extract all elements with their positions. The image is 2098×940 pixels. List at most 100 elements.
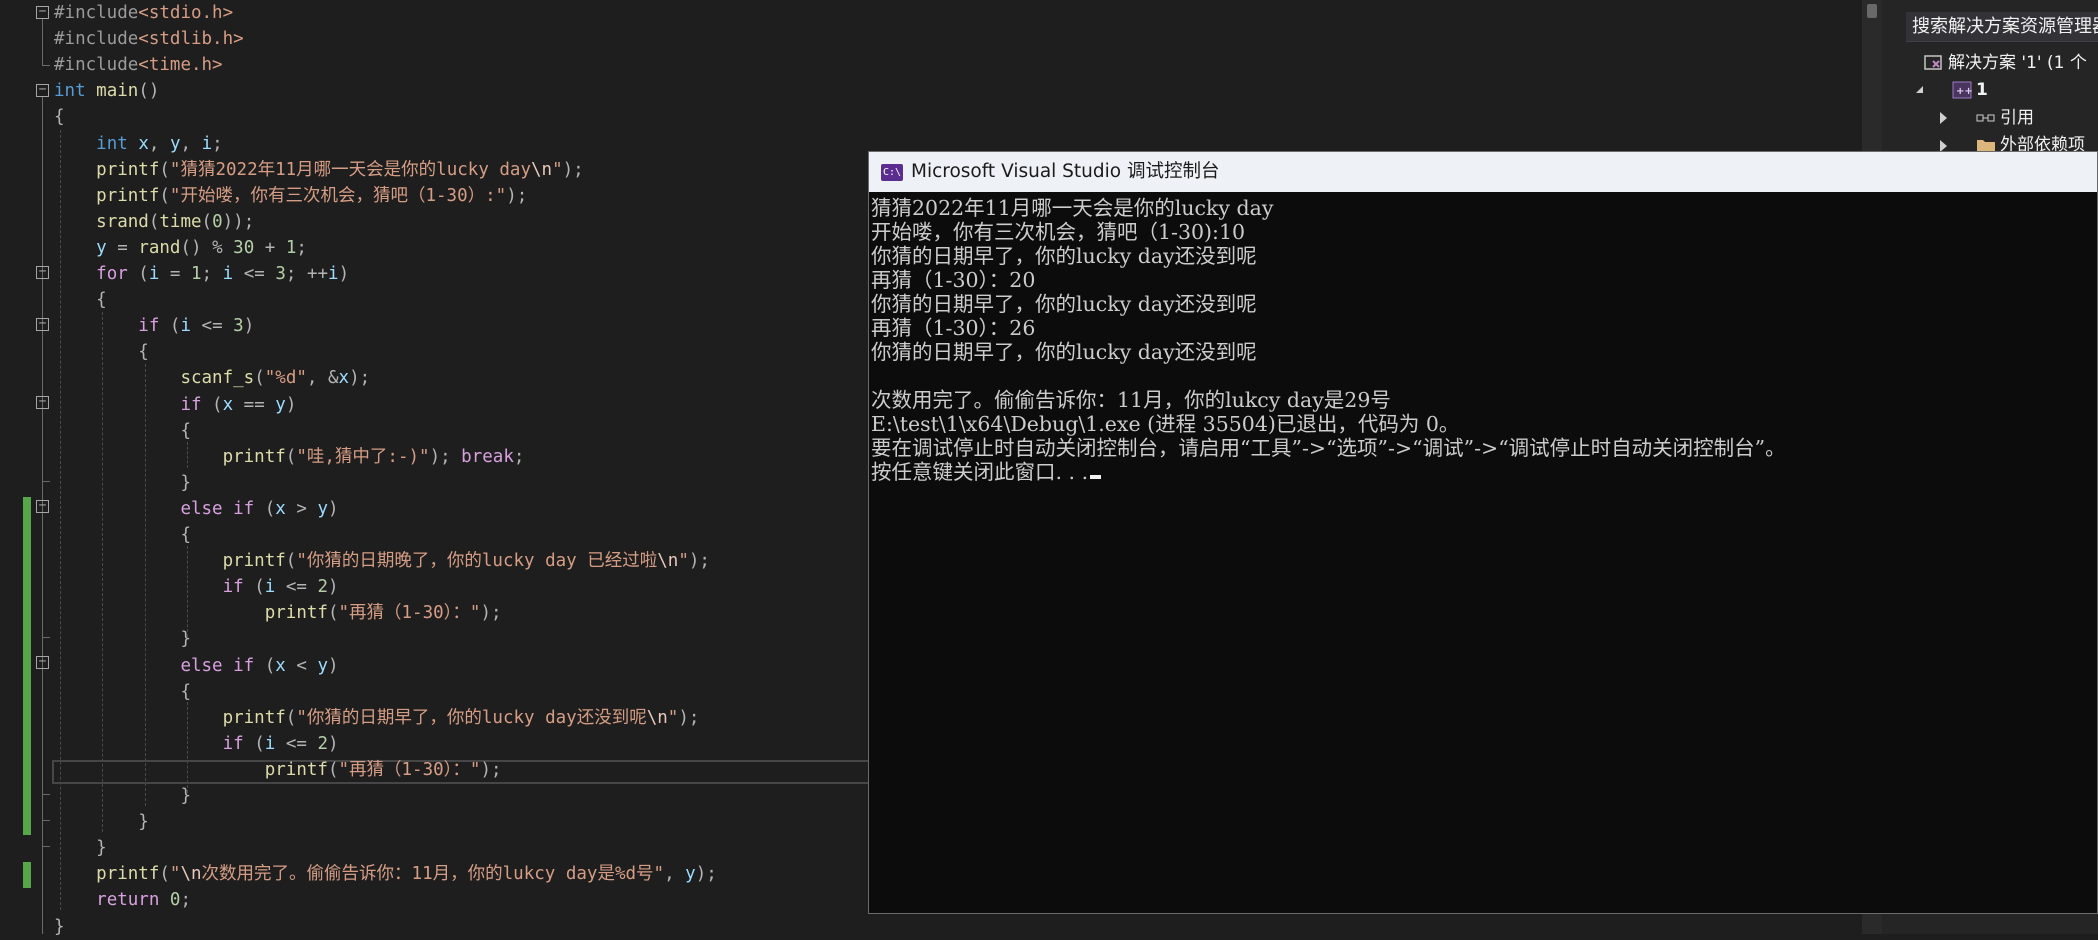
code-token: ; <box>296 237 307 258</box>
code-line[interactable]: for (i = 1; i <= 3; ++i) <box>54 261 349 287</box>
code-line[interactable]: } <box>54 783 191 809</box>
fold-toggle-icon[interactable]: − <box>36 5 49 19</box>
code-token: printf <box>222 446 286 467</box>
code-line[interactable]: if (i <= 3) <box>54 313 254 339</box>
code-token: ) <box>327 655 339 676</box>
code-token: "%d" <box>264 368 307 389</box>
code-line[interactable]: } <box>54 626 191 652</box>
tree-item-project[interactable]: ++ 1 <box>1952 77 1988 103</box>
code-token: <= <box>233 264 276 284</box>
code-line[interactable]: #include<stdio.h> <box>54 0 233 26</box>
console-output[interactable]: 猜猜2022年11月哪一天会是你的lucky day 开始喽，你有三次机会，猜吧（… <box>871 196 2097 913</box>
code-line[interactable]: scanf_s("%d", &x); <box>54 365 370 391</box>
tree-item-references[interactable]: 引用 <box>1976 105 2034 131</box>
change-marker <box>23 497 31 835</box>
scrollbar-thumb[interactable] <box>1867 4 1877 18</box>
fold-toggle-icon[interactable]: − <box>36 499 49 513</box>
console-title-bar[interactable]: C:\ Microsoft Visual Studio 调试控制台 <box>869 152 2097 192</box>
collapse-chevron-icon[interactable] <box>1940 112 1947 124</box>
code-token: ; <box>513 446 525 467</box>
code-line[interactable]: } <box>54 914 65 940</box>
code-line[interactable]: printf("你猜的日期晚了，你的lucky day 已经过啦\n"); <box>54 548 710 574</box>
code-token: "你猜的日期晚了，你的lucky day 已经过啦 <box>296 551 658 572</box>
console-app-icon: C:\ <box>881 164 903 181</box>
code-token: ); <box>480 603 502 624</box>
code-token: i <box>264 577 276 598</box>
console-line: 你猜的日期早了，你的lucky day还没到呢 <box>871 292 2097 316</box>
code-line[interactable]: if (i <= 2) <box>54 731 339 757</box>
expand-chevron-icon[interactable] <box>1916 86 1923 93</box>
code-token: } <box>96 838 107 859</box>
code-line[interactable]: else if (x < y) <box>54 653 339 679</box>
code-line[interactable]: int x, y, i; <box>54 131 223 157</box>
code-line[interactable]: printf("你猜的日期早了，你的lucky day还没到呢\n"); <box>54 705 700 731</box>
code-token: } <box>138 812 149 833</box>
code-token: ); <box>688 551 710 572</box>
code-line[interactable]: } <box>54 470 191 496</box>
fold-outline-end <box>42 846 50 847</box>
code-line[interactable]: { <box>54 679 191 705</box>
code-line[interactable]: if (x == y) <box>54 392 296 418</box>
console-line-text: 按任意键关闭此窗口. . . <box>871 460 1089 484</box>
fold-toggle-icon[interactable]: − <box>36 83 49 97</box>
code-line[interactable]: { <box>54 418 191 444</box>
code-line[interactable]: { <box>54 522 191 548</box>
code-line[interactable]: } <box>54 835 107 861</box>
code-line[interactable]: printf("开始喽，你有三次机会，猜吧（1-30）:"); <box>54 183 527 209</box>
code-line[interactable]: #include<stdlib.h> <box>54 26 244 52</box>
code-token: ); <box>678 707 700 728</box>
code-line[interactable]: y = rand() % 30 + 1; <box>54 235 307 261</box>
fold-toggle-icon[interactable]: − <box>36 265 49 279</box>
code-line[interactable]: int main() <box>54 78 159 104</box>
code-line[interactable]: if (i <= 2) <box>54 574 339 600</box>
tree-item-solution[interactable]: 解决方案 '1' (1 个 <box>1924 50 2087 76</box>
code-token: if <box>222 733 244 754</box>
code-token: " <box>552 159 563 180</box>
code-line[interactable]: return 0; <box>54 887 191 913</box>
code-token: ( <box>127 264 149 284</box>
code-line[interactable]: { <box>54 339 149 365</box>
code-line[interactable]: { <box>54 104 65 130</box>
fold-outline-end <box>42 637 50 638</box>
solution-label: 解决方案 '1' (1 个 <box>1948 53 2087 73</box>
code-token: <stdlib.h> <box>138 29 244 50</box>
code-token: y <box>96 237 107 258</box>
code-token: "再猜（1-30）：" <box>338 759 481 780</box>
console-line-text: 你猜的日期早了，你的lucky day还没到呢 <box>871 292 1257 316</box>
code-token: 3 <box>233 316 244 337</box>
console-line: 次数用完了。偷偷告诉你：11月，你的lukcy day是29号 <box>871 388 2097 412</box>
solution-explorer-search-input[interactable]: 搜索解决方案资源管理器 <box>1906 12 2098 42</box>
code-line[interactable]: #include<time.h> <box>54 52 223 78</box>
code-line[interactable]: printf("再猜（1-30）："); <box>54 600 502 626</box>
fold-toggle-icon[interactable]: − <box>36 395 49 409</box>
code-token: srand <box>96 211 149 232</box>
fold-outline <box>42 97 43 934</box>
code-token: 次数用完了。偷偷告诉你：11月，你的lukcy day是%d号" <box>201 864 665 885</box>
code-line[interactable]: else if (x > y) <box>54 496 338 522</box>
debug-console-window[interactable]: C:\ Microsoft Visual Studio 调试控制台 猜猜2022… <box>868 151 2098 914</box>
code-line[interactable]: printf("\n次数用完了。偷偷告诉你：11月，你的lukcy day是%d… <box>54 861 717 887</box>
console-line-text: E:\test\1\x64\Debug\1.exe (进程 35504)已退出，… <box>871 412 1460 436</box>
console-line: 再猜（1-30）：26 <box>871 316 2097 340</box>
code-token: else if <box>180 498 255 519</box>
code-line[interactable]: { <box>54 287 107 313</box>
code-token: if <box>222 577 244 598</box>
code-line[interactable]: printf("哇,猜中了:-)"); break; <box>54 444 525 470</box>
code-line[interactable]: printf("猜猜2022年11月哪一天会是你的lucky day\n"); <box>54 157 584 183</box>
code-token: "哇,猜中了:-)" <box>296 446 430 467</box>
references-label: 引用 <box>2000 108 2034 128</box>
code-token: ); <box>349 368 371 389</box>
code-line[interactable]: srand(time(0)); <box>54 209 254 235</box>
fold-toggle-icon[interactable]: − <box>36 317 49 331</box>
code-line[interactable]: } <box>54 809 149 835</box>
fold-toggle-icon[interactable]: − <box>36 655 49 669</box>
code-line[interactable]: printf("再猜（1-30）："); <box>54 757 502 783</box>
console-line: 你猜的日期早了，你的lucky day还没到呢 <box>871 340 2097 364</box>
